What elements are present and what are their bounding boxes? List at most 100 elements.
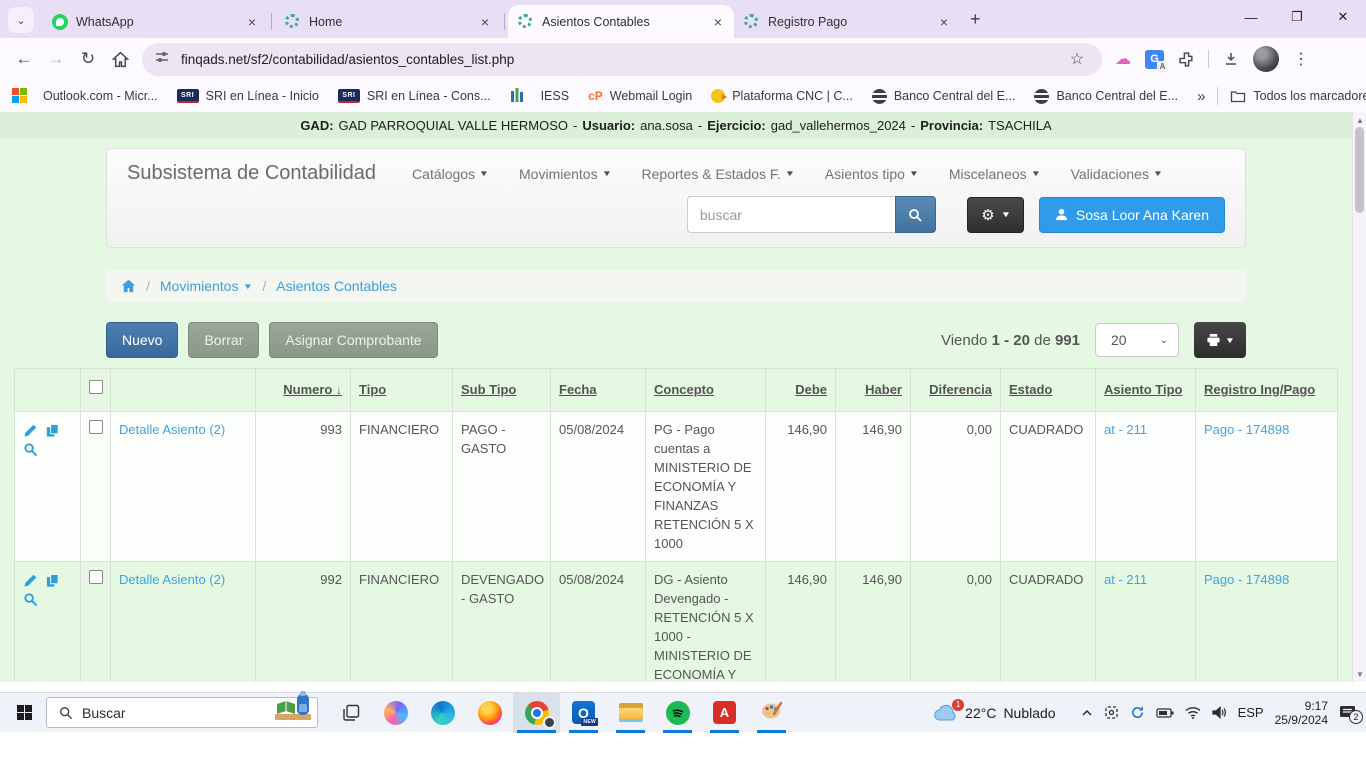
chrome-menu-kebab-icon[interactable]: ⋮: [1288, 46, 1314, 72]
row-checkbox[interactable]: [89, 570, 103, 584]
tab-registro-pago[interactable]: Registro Pago ×: [734, 5, 960, 38]
taskbar-edge[interactable]: [419, 693, 466, 733]
asiento-tipo-link[interactable]: at - 211: [1104, 572, 1147, 587]
tab-close-icon[interactable]: ×: [242, 12, 262, 32]
breadcrumb-asientos-contables[interactable]: Asientos Contables: [276, 278, 397, 294]
bookmark-banco-central-2[interactable]: Banco Central del E...: [1034, 89, 1178, 104]
header-numero[interactable]: Numero ↓: [256, 369, 351, 412]
tray-chevron-up-icon[interactable]: [1081, 707, 1093, 719]
menu-movimientos[interactable]: Movimientos▼: [519, 166, 611, 182]
edit-pencil-icon[interactable]: [23, 423, 38, 438]
print-button[interactable]: ▼: [1194, 322, 1246, 358]
bookmark-banco-central-1[interactable]: Banco Central del E...: [872, 89, 1016, 104]
bookmarks-overflow-icon[interactable]: »: [1197, 88, 1205, 105]
detalle-asiento-link[interactable]: Detalle Asiento (2): [119, 422, 225, 437]
battery-icon[interactable]: [1156, 707, 1174, 719]
bookmark-outlook[interactable]: Outlook.com - Micr...: [12, 88, 158, 104]
tab-close-icon[interactable]: ×: [475, 12, 495, 32]
view-magnifier-icon[interactable]: [23, 592, 38, 607]
downloads-icon[interactable]: [1218, 46, 1244, 72]
tab-asientos-contables-active[interactable]: Asientos Contables ×: [508, 5, 734, 38]
close-button[interactable]: ✕: [1320, 0, 1366, 34]
asiento-tipo-link[interactable]: at - 211: [1104, 422, 1147, 437]
tab-close-icon[interactable]: ×: [708, 12, 728, 32]
tab-close-icon[interactable]: ×: [934, 12, 954, 32]
start-button[interactable]: [2, 693, 46, 733]
tab-whatsapp[interactable]: WhatsApp ×: [42, 5, 268, 38]
header-concepto[interactable]: Concepto: [646, 369, 766, 412]
taskbar-chrome-active[interactable]: [513, 693, 560, 733]
weather-widget[interactable]: 1 22°C Nublado: [934, 704, 1055, 722]
profile-avatar[interactable]: [1253, 46, 1279, 72]
row-checkbox[interactable]: [89, 420, 103, 434]
reload-icon[interactable]: ↻: [72, 43, 104, 75]
edit-pencil-icon[interactable]: [23, 573, 38, 588]
maximize-button[interactable]: ❐: [1274, 0, 1320, 34]
header-fecha[interactable]: Fecha: [551, 369, 646, 412]
taskbar-copilot[interactable]: [372, 693, 419, 733]
minimize-button[interactable]: —: [1228, 0, 1274, 34]
taskbar-file-explorer[interactable]: [607, 693, 654, 733]
header-estado[interactable]: Estado: [1001, 369, 1096, 412]
new-tab-button[interactable]: +: [970, 9, 981, 30]
registro-pago-link[interactable]: Pago - 174898: [1204, 422, 1289, 437]
tab-search-chevron-icon[interactable]: ⌄: [8, 7, 34, 33]
taskbar-paint[interactable]: [748, 693, 795, 733]
copy-icon[interactable]: [45, 573, 60, 588]
weather-extension-icon[interactable]: ☁: [1110, 46, 1136, 72]
detalle-asiento-link[interactable]: Detalle Asiento (2): [119, 572, 225, 587]
borrar-button[interactable]: Borrar: [188, 322, 259, 358]
taskbar-spotify[interactable]: [654, 693, 701, 733]
bookmark-sri-consultas[interactable]: SRI SRI en Línea - Cons...: [338, 89, 491, 103]
home-icon[interactable]: [104, 43, 136, 75]
menu-miscelaneos[interactable]: Miscelaneos▼: [949, 166, 1040, 182]
volume-icon[interactable]: [1212, 706, 1227, 719]
address-bar[interactable]: finqads.net/sf2/contabilidad/asientos_co…: [142, 43, 1102, 76]
header-asiento-tipo[interactable]: Asiento Tipo: [1096, 369, 1196, 412]
breadcrumb-movimientos[interactable]: Movimientos ▼: [160, 278, 253, 294]
tray-device-icon[interactable]: [1104, 705, 1119, 720]
task-view-button[interactable]: [330, 693, 372, 733]
view-magnifier-icon[interactable]: [23, 442, 38, 457]
user-button[interactable]: Sosa Loor Ana Karen: [1039, 197, 1225, 233]
nuevo-button[interactable]: Nuevo: [106, 322, 178, 358]
tray-sync-icon[interactable]: [1130, 705, 1145, 720]
header-tipo[interactable]: Tipo: [351, 369, 453, 412]
scrollbar-thumb[interactable]: [1355, 127, 1364, 213]
page-scrollbar[interactable]: ▲ ▼: [1352, 112, 1366, 682]
menu-catalogos[interactable]: Catálogos▼: [412, 166, 488, 182]
settings-gear-button[interactable]: ⚙▼: [967, 197, 1024, 233]
bookmark-plataforma-cnc[interactable]: Plataforma CNC | C...: [711, 89, 853, 103]
scroll-up-icon[interactable]: ▲: [1353, 113, 1366, 127]
menu-validaciones[interactable]: Validaciones▼: [1071, 166, 1162, 182]
header-registro[interactable]: Registro Ing/Pago: [1196, 369, 1338, 412]
back-icon[interactable]: ←: [8, 43, 40, 75]
header-haber[interactable]: Haber: [836, 369, 911, 412]
tab-home[interactable]: Home ×: [275, 5, 501, 38]
all-bookmarks-button[interactable]: Todos los marcadores: [1230, 89, 1366, 103]
asignar-comprobante-button[interactable]: Asignar Comprobante: [269, 322, 437, 358]
bookmark-webmail[interactable]: cP Webmail Login: [588, 89, 692, 103]
taskbar-acrobat[interactable]: A: [701, 693, 748, 733]
scroll-down-icon[interactable]: ▼: [1353, 667, 1366, 681]
header-sub-tipo[interactable]: Sub Tipo: [453, 369, 551, 412]
bookmark-star-icon[interactable]: ☆: [1064, 46, 1090, 72]
taskbar-outlook[interactable]: ONEW: [560, 693, 607, 733]
menu-reportes[interactable]: Reportes & Estados F.▼: [642, 166, 794, 182]
bookmark-iess[interactable]: IESS: [510, 88, 570, 104]
notifications-button[interactable]: 2: [1339, 705, 1356, 720]
translate-icon[interactable]: GA: [1145, 50, 1164, 69]
search-button[interactable]: [895, 196, 936, 233]
header-diferencia[interactable]: Diferencia: [911, 369, 1001, 412]
extensions-puzzle-icon[interactable]: [1173, 46, 1199, 72]
wifi-icon[interactable]: [1185, 706, 1201, 719]
taskbar-firefox[interactable]: [466, 693, 513, 733]
bookmark-sri-inicio[interactable]: SRI SRI en Línea - Inicio: [177, 89, 319, 103]
breadcrumb-home[interactable]: [121, 279, 136, 293]
header-debe[interactable]: Debe: [766, 369, 836, 412]
select-all-checkbox[interactable]: [89, 380, 103, 394]
site-settings-icon[interactable]: [154, 49, 170, 70]
page-size-select[interactable]: 20 ⌄: [1095, 323, 1179, 357]
search-input[interactable]: [687, 196, 895, 233]
taskbar-search-box[interactable]: Buscar: [46, 697, 318, 728]
